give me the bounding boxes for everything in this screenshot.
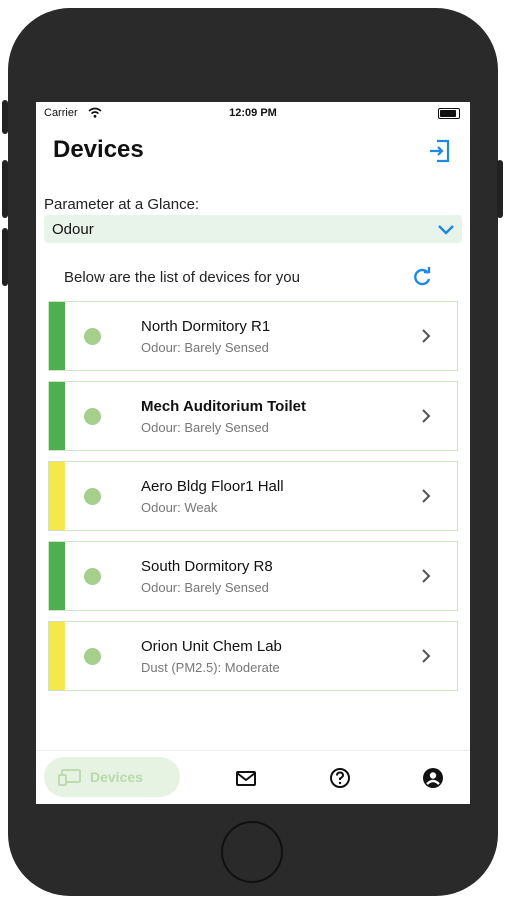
volume-down-button xyxy=(2,228,8,286)
device-name: North Dormitory R1 xyxy=(141,318,271,335)
status-dot xyxy=(84,488,101,505)
logout-icon[interactable] xyxy=(426,138,452,164)
chevron-right-icon xyxy=(422,329,431,343)
device-card[interactable]: Orion Unit Chem Lab Dust (PM2.5): Modera… xyxy=(48,621,458,691)
status-color-bar xyxy=(49,542,65,610)
status-bar: Carrier 12:09 PM xyxy=(36,102,470,124)
device-card[interactable]: South Dormitory R8 Odour: Barely Sensed xyxy=(48,541,458,611)
device-list: North Dormitory R1 Odour: Barely Sensed … xyxy=(48,301,458,701)
device-status: Odour: Barely Sensed xyxy=(141,340,269,355)
mute-switch xyxy=(2,100,8,134)
refresh-icon[interactable] xyxy=(411,266,433,288)
chevron-right-icon xyxy=(422,569,431,583)
status-color-bar xyxy=(49,382,65,450)
devices-icon xyxy=(58,769,81,786)
device-status: Odour: Barely Sensed xyxy=(141,580,269,595)
status-dot xyxy=(84,648,101,665)
status-dot xyxy=(84,408,101,425)
home-button[interactable] xyxy=(221,821,283,883)
device-card[interactable]: North Dormitory R1 Odour: Barely Sensed xyxy=(48,301,458,371)
device-name: Orion Unit Chem Lab xyxy=(141,638,282,655)
tab-devices-label: Devices xyxy=(90,769,143,785)
device-card[interactable]: Aero Bldg Floor1 Hall Odour: Weak xyxy=(48,461,458,531)
app-screen: Carrier 12:09 PM Devices Parameter at a … xyxy=(36,102,470,804)
device-name: Aero Bldg Floor1 Hall xyxy=(141,478,284,495)
device-card[interactable]: Mech Auditorium Toilet Odour: Barely Sen… xyxy=(48,381,458,451)
chevron-right-icon xyxy=(422,489,431,503)
device-status: Odour: Barely Sensed xyxy=(141,420,269,435)
chevron-down-icon xyxy=(438,225,454,235)
status-color-bar xyxy=(49,622,65,690)
status-time: 12:09 PM xyxy=(229,107,277,119)
list-caption: Below are the list of devices for you xyxy=(64,269,300,286)
status-color-bar xyxy=(49,302,65,370)
chevron-right-icon xyxy=(422,409,431,423)
battery-icon xyxy=(438,108,460,119)
status-color-bar xyxy=(49,462,65,530)
page-title: Devices xyxy=(53,136,144,163)
status-dot xyxy=(84,568,101,585)
tab-devices[interactable]: Devices xyxy=(44,757,180,797)
status-dot xyxy=(84,328,101,345)
device-status: Odour: Weak xyxy=(141,500,218,515)
account-icon[interactable] xyxy=(422,767,444,789)
parameter-select[interactable]: Odour xyxy=(44,215,462,243)
bottom-tab-bar: Devices xyxy=(36,750,470,804)
device-status: Dust (PM2.5): Moderate xyxy=(141,660,280,675)
device-name: Mech Auditorium Toilet xyxy=(141,398,306,415)
volume-up-button xyxy=(2,160,8,218)
device-name: South Dormitory R8 xyxy=(141,558,273,575)
mail-icon[interactable] xyxy=(235,767,257,789)
help-icon[interactable] xyxy=(329,767,351,789)
parameter-label: Parameter at a Glance: xyxy=(44,196,200,213)
power-button xyxy=(497,160,503,218)
chevron-right-icon xyxy=(422,649,431,663)
parameter-select-value: Odour xyxy=(52,221,94,238)
